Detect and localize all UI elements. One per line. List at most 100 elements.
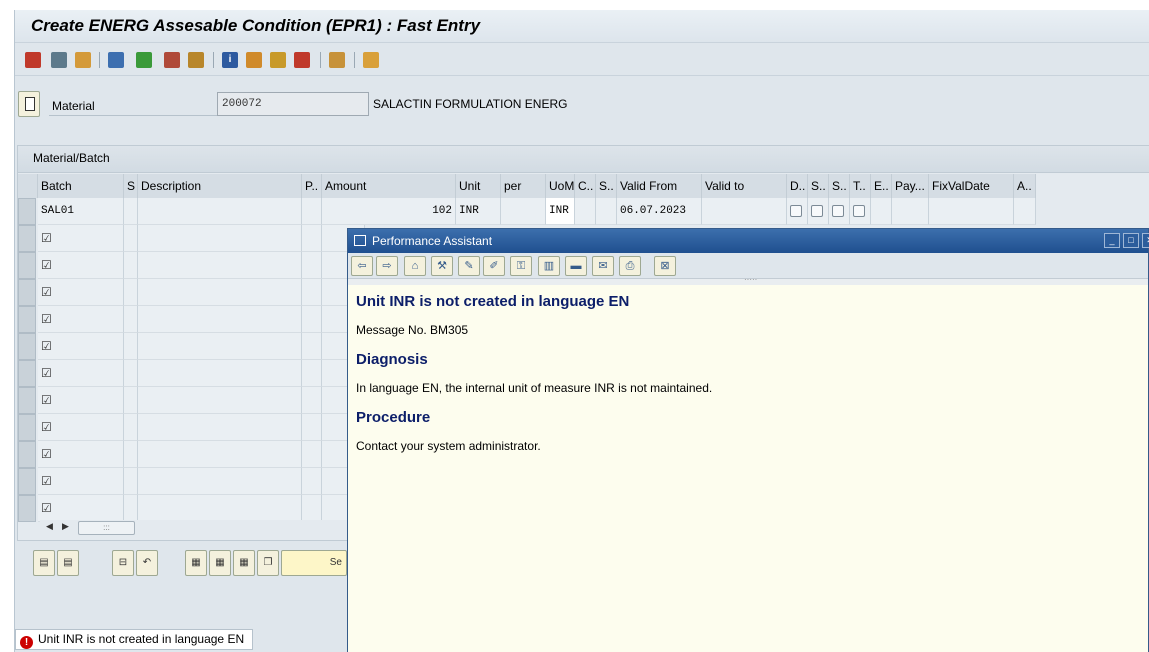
amount-cell[interactable]: 102 — [322, 198, 456, 225]
row-selector[interactable] — [18, 306, 36, 333]
page-icon[interactable] — [363, 52, 379, 68]
delete-icon[interactable] — [294, 52, 310, 68]
s-cell[interactable] — [124, 333, 138, 360]
description-cell[interactable] — [138, 279, 302, 306]
row-selector[interactable] — [18, 225, 36, 252]
column-header[interactable]: S.. — [596, 174, 617, 198]
gift-icon[interactable] — [188, 52, 204, 68]
maximize-icon[interactable]: □ — [1123, 233, 1139, 248]
column-header[interactable]: C.. — [575, 174, 596, 198]
description-cell[interactable] — [138, 225, 302, 252]
scroll-left-icon[interactable]: ◀ — [46, 521, 53, 532]
pay-cell[interactable] — [892, 198, 929, 225]
document-button[interactable] — [18, 91, 40, 117]
description-cell[interactable] — [138, 387, 302, 414]
s-cell[interactable] — [124, 252, 138, 279]
batch-cell[interactable]: ☑ — [38, 360, 124, 387]
row-selector[interactable] — [18, 495, 36, 522]
p-cell[interactable] — [302, 279, 322, 306]
key-icon[interactable]: ⚿ — [510, 256, 532, 276]
execute-icon[interactable] — [136, 52, 152, 68]
info-icon[interactable]: i — [222, 52, 238, 68]
description-cell[interactable] — [138, 495, 302, 522]
column-header[interactable]: T.. — [850, 174, 871, 198]
tools-icon[interactable]: ⚒ — [431, 256, 453, 276]
edit-icon[interactable]: ✎ — [458, 256, 480, 276]
s-cell[interactable] — [124, 360, 138, 387]
column-header[interactable]: P.. — [302, 174, 322, 198]
description-cell[interactable] — [138, 360, 302, 387]
batch-cell[interactable]: ☑ — [38, 495, 124, 522]
per-cell[interactable] — [501, 198, 546, 225]
close-pa-icon[interactable]: ⊠ — [654, 256, 676, 276]
description-cell[interactable] — [138, 333, 302, 360]
p-cell[interactable] — [302, 414, 322, 441]
batch-cell[interactable]: ☑ — [38, 252, 124, 279]
select-button[interactable]: Se — [281, 550, 347, 576]
c-cell[interactable] — [575, 198, 596, 225]
layout-icon[interactable]: ▬ — [565, 256, 587, 276]
batch-cell[interactable]: ☑ — [38, 225, 124, 252]
row-selector[interactable] — [18, 360, 36, 387]
column-header[interactable]: Amount — [322, 174, 456, 198]
p-cell[interactable] — [302, 252, 322, 279]
uom-cell[interactable]: INR — [546, 198, 575, 225]
horizontal-scrollbar[interactable]: ◀ ▶ ::: — [40, 520, 360, 536]
description-cell[interactable] — [138, 468, 302, 495]
column-header[interactable]: S — [124, 174, 138, 198]
valid-from-cell[interactable]: 06.07.2023 — [617, 198, 702, 225]
hierarchy-icon[interactable] — [246, 52, 262, 68]
p-cell[interactable] — [302, 387, 322, 414]
description-cell[interactable] — [138, 414, 302, 441]
undo-icon[interactable]: ↶ — [136, 550, 158, 576]
column-header[interactable]: per — [501, 174, 546, 198]
book-icon[interactable]: ▥ — [538, 256, 560, 276]
batch-cell[interactable]: ☑ — [38, 306, 124, 333]
home-icon[interactable]: ⌂ — [404, 256, 426, 276]
batch-cell[interactable]: ☑ — [38, 468, 124, 495]
copy-icon[interactable] — [108, 52, 124, 68]
column-header[interactable]: FixValDate — [929, 174, 1014, 198]
s-checkbox[interactable] — [832, 205, 844, 218]
calendar-icon[interactable]: ▦ — [185, 550, 207, 576]
detail-view-icon[interactable]: ▤ — [57, 550, 79, 576]
p-cell[interactable] — [302, 495, 322, 522]
batch-cell[interactable]: ☑ — [38, 414, 124, 441]
p-cell[interactable] — [302, 468, 322, 495]
column-header[interactable]: S.. — [808, 174, 829, 198]
column-header[interactable]: E.. — [871, 174, 892, 198]
s-checkbox[interactable] — [811, 205, 823, 218]
column-header[interactable]: UoM — [546, 174, 575, 198]
valid-to-cell[interactable] — [702, 198, 787, 225]
description-cell[interactable] — [138, 441, 302, 468]
fixvaldate-cell[interactable] — [929, 198, 1014, 225]
column-header[interactable]: D.. — [787, 174, 808, 198]
s-cell[interactable] — [124, 414, 138, 441]
s-cell[interactable] — [124, 441, 138, 468]
forward-icon[interactable]: ⇨ — [376, 256, 398, 276]
pencil-icon[interactable]: ✐ — [483, 256, 505, 276]
column-header[interactable]: S.. — [829, 174, 850, 198]
batch-cell[interactable]: ☑ — [38, 441, 124, 468]
pa-titlebar[interactable]: Performance Assistant _ □ ✕ — [348, 229, 1149, 253]
p-cell[interactable] — [302, 441, 322, 468]
p-cell[interactable] — [302, 333, 322, 360]
p-cell[interactable] — [302, 198, 322, 225]
select-all-header[interactable] — [18, 174, 38, 198]
row-selector[interactable] — [18, 333, 36, 360]
row-selector[interactable] — [18, 279, 36, 306]
row-selector[interactable] — [18, 441, 36, 468]
minimize-icon[interactable]: _ — [1104, 233, 1120, 248]
calculator-icon[interactable]: ▦ — [209, 550, 231, 576]
p-cell[interactable] — [302, 225, 322, 252]
scroll-right-icon[interactable]: ▶ — [62, 521, 69, 532]
scroll-thumb[interactable]: ::: — [78, 521, 135, 535]
material-input[interactable]: 200072 — [217, 92, 369, 116]
unit-cell[interactable]: INR — [456, 198, 501, 225]
column-header[interactable]: Valid to — [702, 174, 787, 198]
row-selector[interactable] — [18, 252, 36, 279]
column-header[interactable]: Batch — [38, 174, 124, 198]
batch-cell[interactable]: ☑ — [38, 279, 124, 306]
batch-cell[interactable]: SAL01 — [38, 198, 124, 225]
column-header[interactable]: A.. — [1014, 174, 1036, 198]
